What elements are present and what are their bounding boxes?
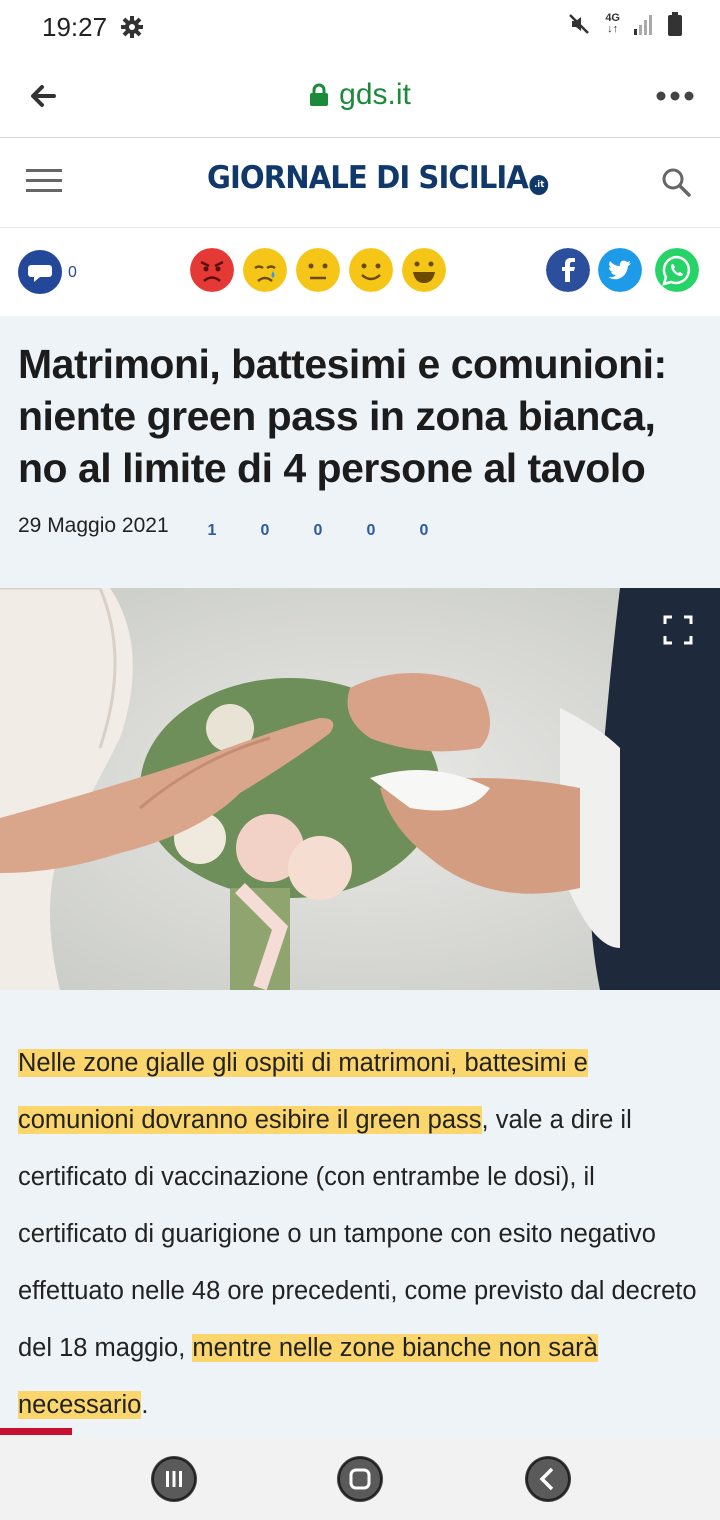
smiling-face-icon[interactable] <box>349 248 393 292</box>
angry-count: 1 <box>207 522 217 539</box>
twitter-icon[interactable] <box>598 248 642 292</box>
smiling-count: 0 <box>366 522 376 539</box>
article-photo[interactable] <box>0 588 720 990</box>
grinning-count: 0 <box>419 522 429 539</box>
article-body: Nelle zone gialle gli ospiti di matrimon… <box>18 1035 708 1434</box>
wedding-rings-photo <box>0 588 720 990</box>
comment-icon <box>28 265 52 282</box>
crying-count: 0 <box>260 522 270 539</box>
article-date: 29 Maggio 2021 <box>18 514 169 537</box>
search-icon[interactable] <box>660 166 692 198</box>
back-icon <box>526 1457 570 1501</box>
body-text: , vale a dire il certificato di vaccinaz… <box>18 1106 697 1362</box>
gear-icon <box>121 16 143 38</box>
signal-icon <box>634 15 652 35</box>
body-text-end: . <box>141 1391 149 1419</box>
recent-apps-button[interactable] <box>151 1456 197 1502</box>
network-4g-icon: 4G ↓↑ <box>605 12 620 35</box>
status-bar: 19:27 4G ↓↑ <box>0 0 720 56</box>
mute-icon <box>569 14 590 34</box>
facebook-icon[interactable] <box>546 248 590 292</box>
more-vert-icon[interactable] <box>654 80 696 112</box>
site-logo[interactable]: GIORNALE DI SICILIA .it <box>207 160 549 196</box>
fullscreen-icon[interactable] <box>662 614 694 646</box>
recent-apps-icon <box>152 1457 196 1501</box>
whatsapp-icon[interactable] <box>655 248 699 292</box>
logo-suffix: .it <box>529 175 549 195</box>
grinning-face-icon[interactable] <box>402 248 446 292</box>
home-button[interactable] <box>337 1456 383 1502</box>
crying-face-icon[interactable] <box>243 248 287 292</box>
reaction-bar: 0 1 0 0 0 0 <box>0 228 720 539</box>
comments-button[interactable] <box>18 250 62 294</box>
browser-bar: gds.it <box>0 56 720 138</box>
system-nav-bar <box>0 1436 720 1520</box>
url-field[interactable]: gds.it <box>0 78 720 112</box>
neutral-face-icon[interactable] <box>296 248 340 292</box>
back-button[interactable] <box>525 1456 571 1502</box>
neutral-count: 0 <box>313 522 323 539</box>
battery-icon <box>668 12 682 36</box>
site-header: GIORNALE DI SICILIA .it <box>0 138 720 228</box>
url-text: gds.it <box>339 78 411 111</box>
comments-count: 0 <box>68 264 77 281</box>
angry-face-icon[interactable] <box>190 248 234 292</box>
reading-progress-bar <box>0 1428 72 1435</box>
status-time: 19:27 <box>42 12 108 42</box>
home-icon <box>338 1457 382 1501</box>
hamburger-menu-icon[interactable] <box>26 166 62 196</box>
logo-text: GIORNALE DI SICILIA <box>207 160 529 196</box>
lock-icon <box>310 83 329 106</box>
article-title: Matrimoni, battesimi e comunioni: niente… <box>18 341 667 491</box>
network-label: 4G <box>605 12 620 24</box>
